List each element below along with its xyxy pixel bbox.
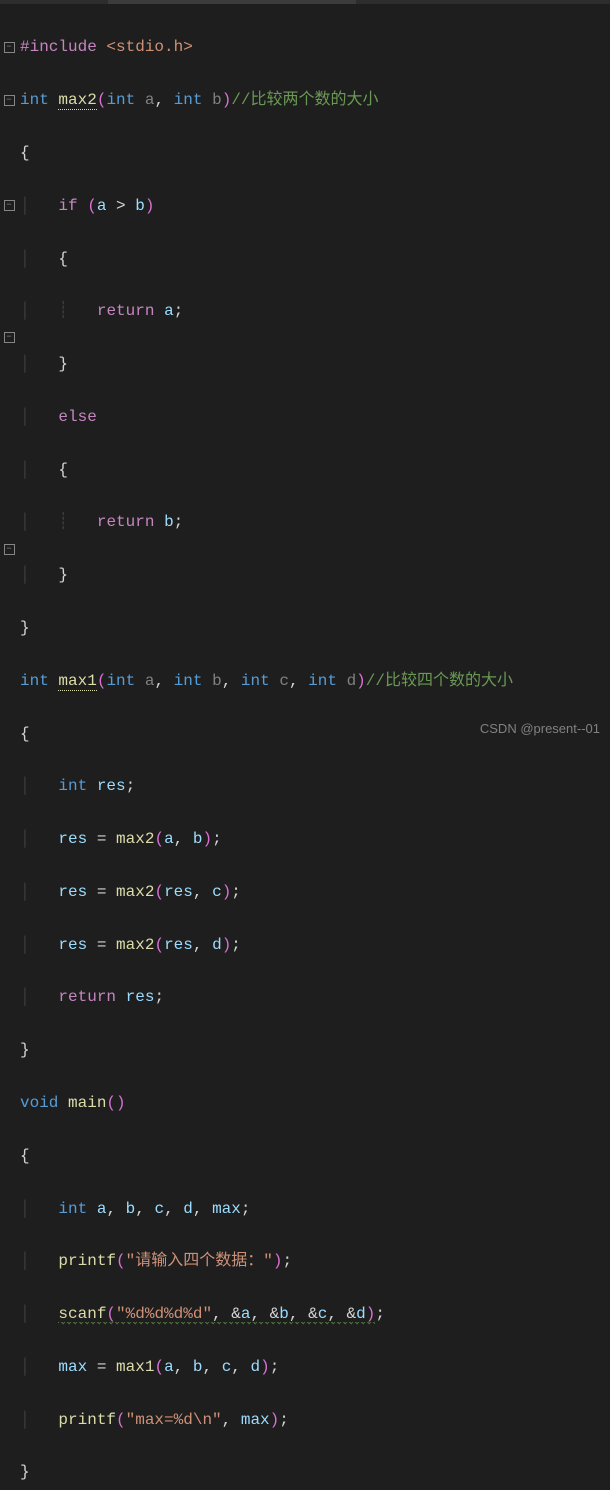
fold-gutter: − − − − − — [0, 8, 18, 745]
fold-toggle[interactable]: − — [0, 325, 18, 351]
code-line[interactable]: { — [20, 140, 610, 166]
include-header: <stdio.h> — [106, 38, 192, 56]
code-line[interactable]: } — [20, 615, 610, 641]
code-line[interactable]: │ else — [20, 404, 610, 430]
code-line[interactable]: │ res = max2(res, c); — [20, 879, 610, 905]
code-editor[interactable]: − − − − − #include <stdio.h> int max2(in… — [0, 0, 610, 745]
code-line[interactable]: int max1(int a, int b, int c, int d)//比较… — [20, 668, 610, 694]
function-name: max1 — [58, 672, 96, 691]
code-line[interactable]: │ res = max2(a, b); — [20, 826, 610, 852]
fold-toggle[interactable]: − — [0, 87, 18, 113]
fold-blank — [0, 8, 18, 34]
code-line[interactable]: │ ┊ return a; — [20, 298, 610, 324]
code-line[interactable]: │ return res; — [20, 984, 610, 1010]
comment: //比较四个数的大小 — [366, 672, 513, 690]
code-line[interactable]: │ int a, b, c, d, max; — [20, 1196, 610, 1222]
preprocessor: #include — [20, 38, 97, 56]
fold-toggle[interactable]: − — [0, 536, 18, 562]
code-line[interactable]: │ printf("max=%d\n", max); — [20, 1407, 610, 1433]
code-line[interactable]: } — [20, 1037, 610, 1063]
function-name: main — [68, 1094, 106, 1112]
code-line[interactable]: { — [20, 1143, 610, 1169]
code-line[interactable]: │ if (a > b) — [20, 193, 610, 219]
function-name: max2 — [58, 91, 96, 110]
code-line[interactable]: │ scanf("%d%d%d%d", &a, &b, &c, &d); — [20, 1301, 610, 1327]
code-line[interactable]: │ int res; — [20, 773, 610, 799]
fold-toggle[interactable]: − — [0, 34, 18, 60]
fold-toggle[interactable]: − — [0, 193, 18, 219]
code-line[interactable]: │ } — [20, 351, 610, 377]
code-line[interactable]: │ res = max2(res, d); — [20, 932, 610, 958]
code-line[interactable]: │ } — [20, 562, 610, 588]
code-content[interactable]: #include <stdio.h> int max2(int a, int b… — [18, 8, 610, 745]
comment: //比较两个数的大小 — [231, 91, 378, 109]
code-line[interactable]: int max2(int a, int b)//比较两个数的大小 — [20, 87, 610, 113]
code-line[interactable]: } — [20, 1459, 610, 1485]
code-line[interactable]: │ ┊ return b; — [20, 509, 610, 535]
code-line[interactable]: │ { — [20, 457, 610, 483]
tab-active-indicator — [108, 0, 356, 4]
code-line[interactable]: void main() — [20, 1090, 610, 1116]
code-line[interactable]: │ printf("请输入四个数据："); — [20, 1248, 610, 1274]
watermark: CSDN @present--01 — [480, 718, 600, 739]
code-line[interactable]: #include <stdio.h> — [20, 34, 610, 60]
code-line[interactable]: │ { — [20, 246, 610, 272]
code-line[interactable]: │ max = max1(a, b, c, d); — [20, 1354, 610, 1380]
